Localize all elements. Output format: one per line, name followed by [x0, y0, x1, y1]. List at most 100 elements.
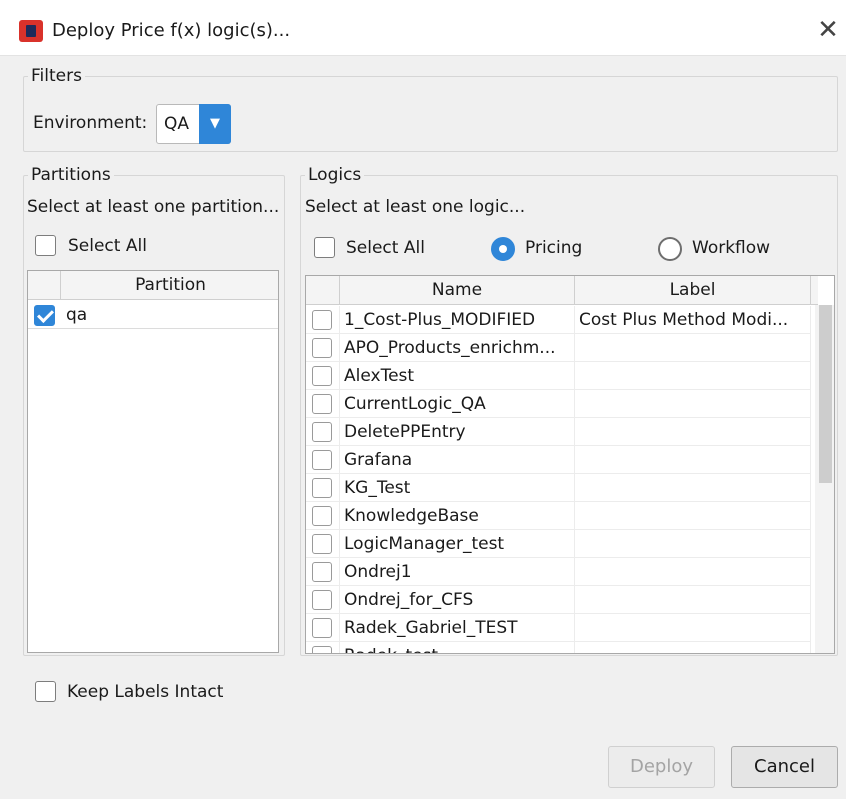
partitions-select-all-checkbox[interactable] [35, 235, 56, 256]
partitions-hint: Select at least one partition... [27, 197, 280, 217]
row-checkbox-cell [306, 446, 340, 474]
partitions-select-all-label[interactable]: Select All [68, 236, 147, 256]
logic-label-cell [579, 390, 811, 418]
name-column-header[interactable]: Name [340, 276, 575, 305]
logics-table-header: Name Label [306, 276, 818, 305]
workflow-radio[interactable] [658, 237, 682, 261]
logic-name-cell: Ondrej1 [344, 558, 575, 586]
row-checkbox[interactable] [312, 422, 332, 442]
logic-name-cell: Grafana [344, 446, 575, 474]
table-row[interactable]: KnowledgeBase [306, 502, 811, 530]
logic-name-cell: DeletePPEntry [344, 418, 575, 446]
row-checkbox[interactable] [312, 338, 332, 358]
row-checkbox-cell [306, 390, 340, 418]
row-checkbox[interactable] [312, 450, 332, 470]
logic-label-cell: Cost Plus Method Modi... [579, 306, 811, 334]
chevron-down-icon[interactable]: ▼ [199, 104, 231, 144]
logic-name-cell: Radek_test [344, 642, 575, 653]
row-checkbox-cell [306, 614, 340, 642]
logic-label-cell [579, 530, 811, 558]
checkbox-column-header [28, 271, 61, 300]
table-row[interactable]: Grafana [306, 446, 811, 474]
logic-name-cell: AlexTest [344, 362, 575, 390]
app-logo-icon [19, 20, 43, 42]
logics-select-all-label[interactable]: Select All [346, 238, 425, 258]
table-row[interactable]: Radek_Gabriel_TEST [306, 614, 811, 642]
table-row[interactable]: APO_Products_enrichm... [306, 334, 811, 362]
deploy-button[interactable]: Deploy [608, 746, 715, 788]
pricing-radio-label[interactable]: Pricing [525, 238, 582, 258]
logic-label-cell [579, 418, 811, 446]
keep-labels-checkbox[interactable] [35, 681, 56, 702]
environment-value: QA [164, 114, 190, 134]
row-checkbox[interactable] [312, 506, 332, 526]
row-checkbox-cell [306, 334, 340, 362]
environment-label: Environment: [33, 113, 148, 133]
filters-group: Filters [23, 66, 838, 152]
logic-name-cell: APO_Products_enrichm... [344, 334, 575, 362]
row-checkbox[interactable] [312, 534, 332, 554]
row-checkbox[interactable] [312, 646, 332, 653]
table-row[interactable]: 1_Cost-Plus_MODIFIED Cost Plus Method Mod… [306, 306, 811, 334]
table-row[interactable]: KG_Test [306, 474, 811, 502]
table-row[interactable]: Ondrej_for_CFS [306, 586, 811, 614]
row-checkbox[interactable] [312, 478, 332, 498]
row-checkbox-cell [306, 642, 340, 653]
partitions-table: Partition qa [27, 270, 279, 653]
pricing-radio[interactable] [491, 237, 515, 261]
partition-row[interactable]: qa [28, 301, 278, 329]
logic-name-cell: LogicManager_test [344, 530, 575, 558]
logic-label-cell [579, 642, 811, 653]
checkbox-column-header [306, 276, 340, 305]
logic-label-cell [579, 362, 811, 390]
logics-select-all-checkbox[interactable] [314, 237, 335, 258]
row-checkbox-cell [306, 306, 340, 334]
table-row[interactable]: LogicManager_test [306, 530, 811, 558]
logic-name-cell: CurrentLogic_QA [344, 390, 575, 418]
row-checkbox[interactable] [312, 590, 332, 610]
logic-label-cell [579, 558, 811, 586]
title-bar: Deploy Price f(x) logic(s)... ✕ [0, 0, 846, 56]
table-row[interactable]: Radek_test [306, 642, 811, 653]
table-row[interactable]: DeletePPEntry [306, 418, 811, 446]
row-checkbox-cell [306, 418, 340, 446]
keep-labels-label[interactable]: Keep Labels Intact [67, 682, 223, 702]
row-checkbox[interactable] [312, 618, 332, 638]
table-row[interactable]: AlexTest [306, 362, 811, 390]
label-column-header[interactable]: Label [575, 276, 811, 305]
logic-name-cell: 1_Cost-Plus_MODIFIED [344, 306, 575, 334]
logics-table: Name Label 1_Cost-Plus_MODIFIED Cost Plus… [305, 275, 835, 654]
close-icon[interactable]: ✕ [812, 14, 844, 46]
logic-name-cell: Ondrej_for_CFS [344, 586, 575, 614]
table-row[interactable]: Ondrej1 [306, 558, 811, 586]
logic-label-cell [579, 446, 811, 474]
row-checkbox-cell [306, 362, 340, 390]
workflow-radio-label[interactable]: Workflow [692, 238, 770, 258]
logic-label-cell [579, 474, 811, 502]
logic-label-cell [579, 334, 811, 362]
logic-label-cell [579, 502, 811, 530]
row-checkbox[interactable] [312, 366, 332, 386]
row-checkbox-cell [306, 530, 340, 558]
row-checkbox-cell [306, 558, 340, 586]
logic-name-cell: KG_Test [344, 474, 575, 502]
scrollbar-thumb[interactable] [819, 305, 832, 483]
environment-dropdown[interactable]: QA ▼ [156, 104, 231, 144]
partition-qa-checkbox[interactable] [34, 305, 55, 326]
window-title: Deploy Price f(x) logic(s)... [52, 20, 291, 41]
filters-legend: Filters [31, 66, 82, 86]
logic-name-cell: Radek_Gabriel_TEST [344, 614, 575, 642]
row-checkbox[interactable] [312, 310, 332, 330]
partition-column-header[interactable]: Partition [61, 271, 278, 300]
row-checkbox-cell [306, 502, 340, 530]
table-row[interactable]: CurrentLogic_QA [306, 390, 811, 418]
row-checkbox-cell [306, 586, 340, 614]
partition-qa-name: qa [66, 305, 88, 325]
logics-legend: Logics [308, 165, 362, 185]
logics-table-scrollbar[interactable] [815, 305, 834, 653]
row-checkbox[interactable] [312, 562, 332, 582]
partitions-legend: Partitions [31, 165, 111, 185]
row-checkbox[interactable] [312, 394, 332, 414]
logic-name-cell: KnowledgeBase [344, 502, 575, 530]
cancel-button[interactable]: Cancel [731, 746, 838, 788]
